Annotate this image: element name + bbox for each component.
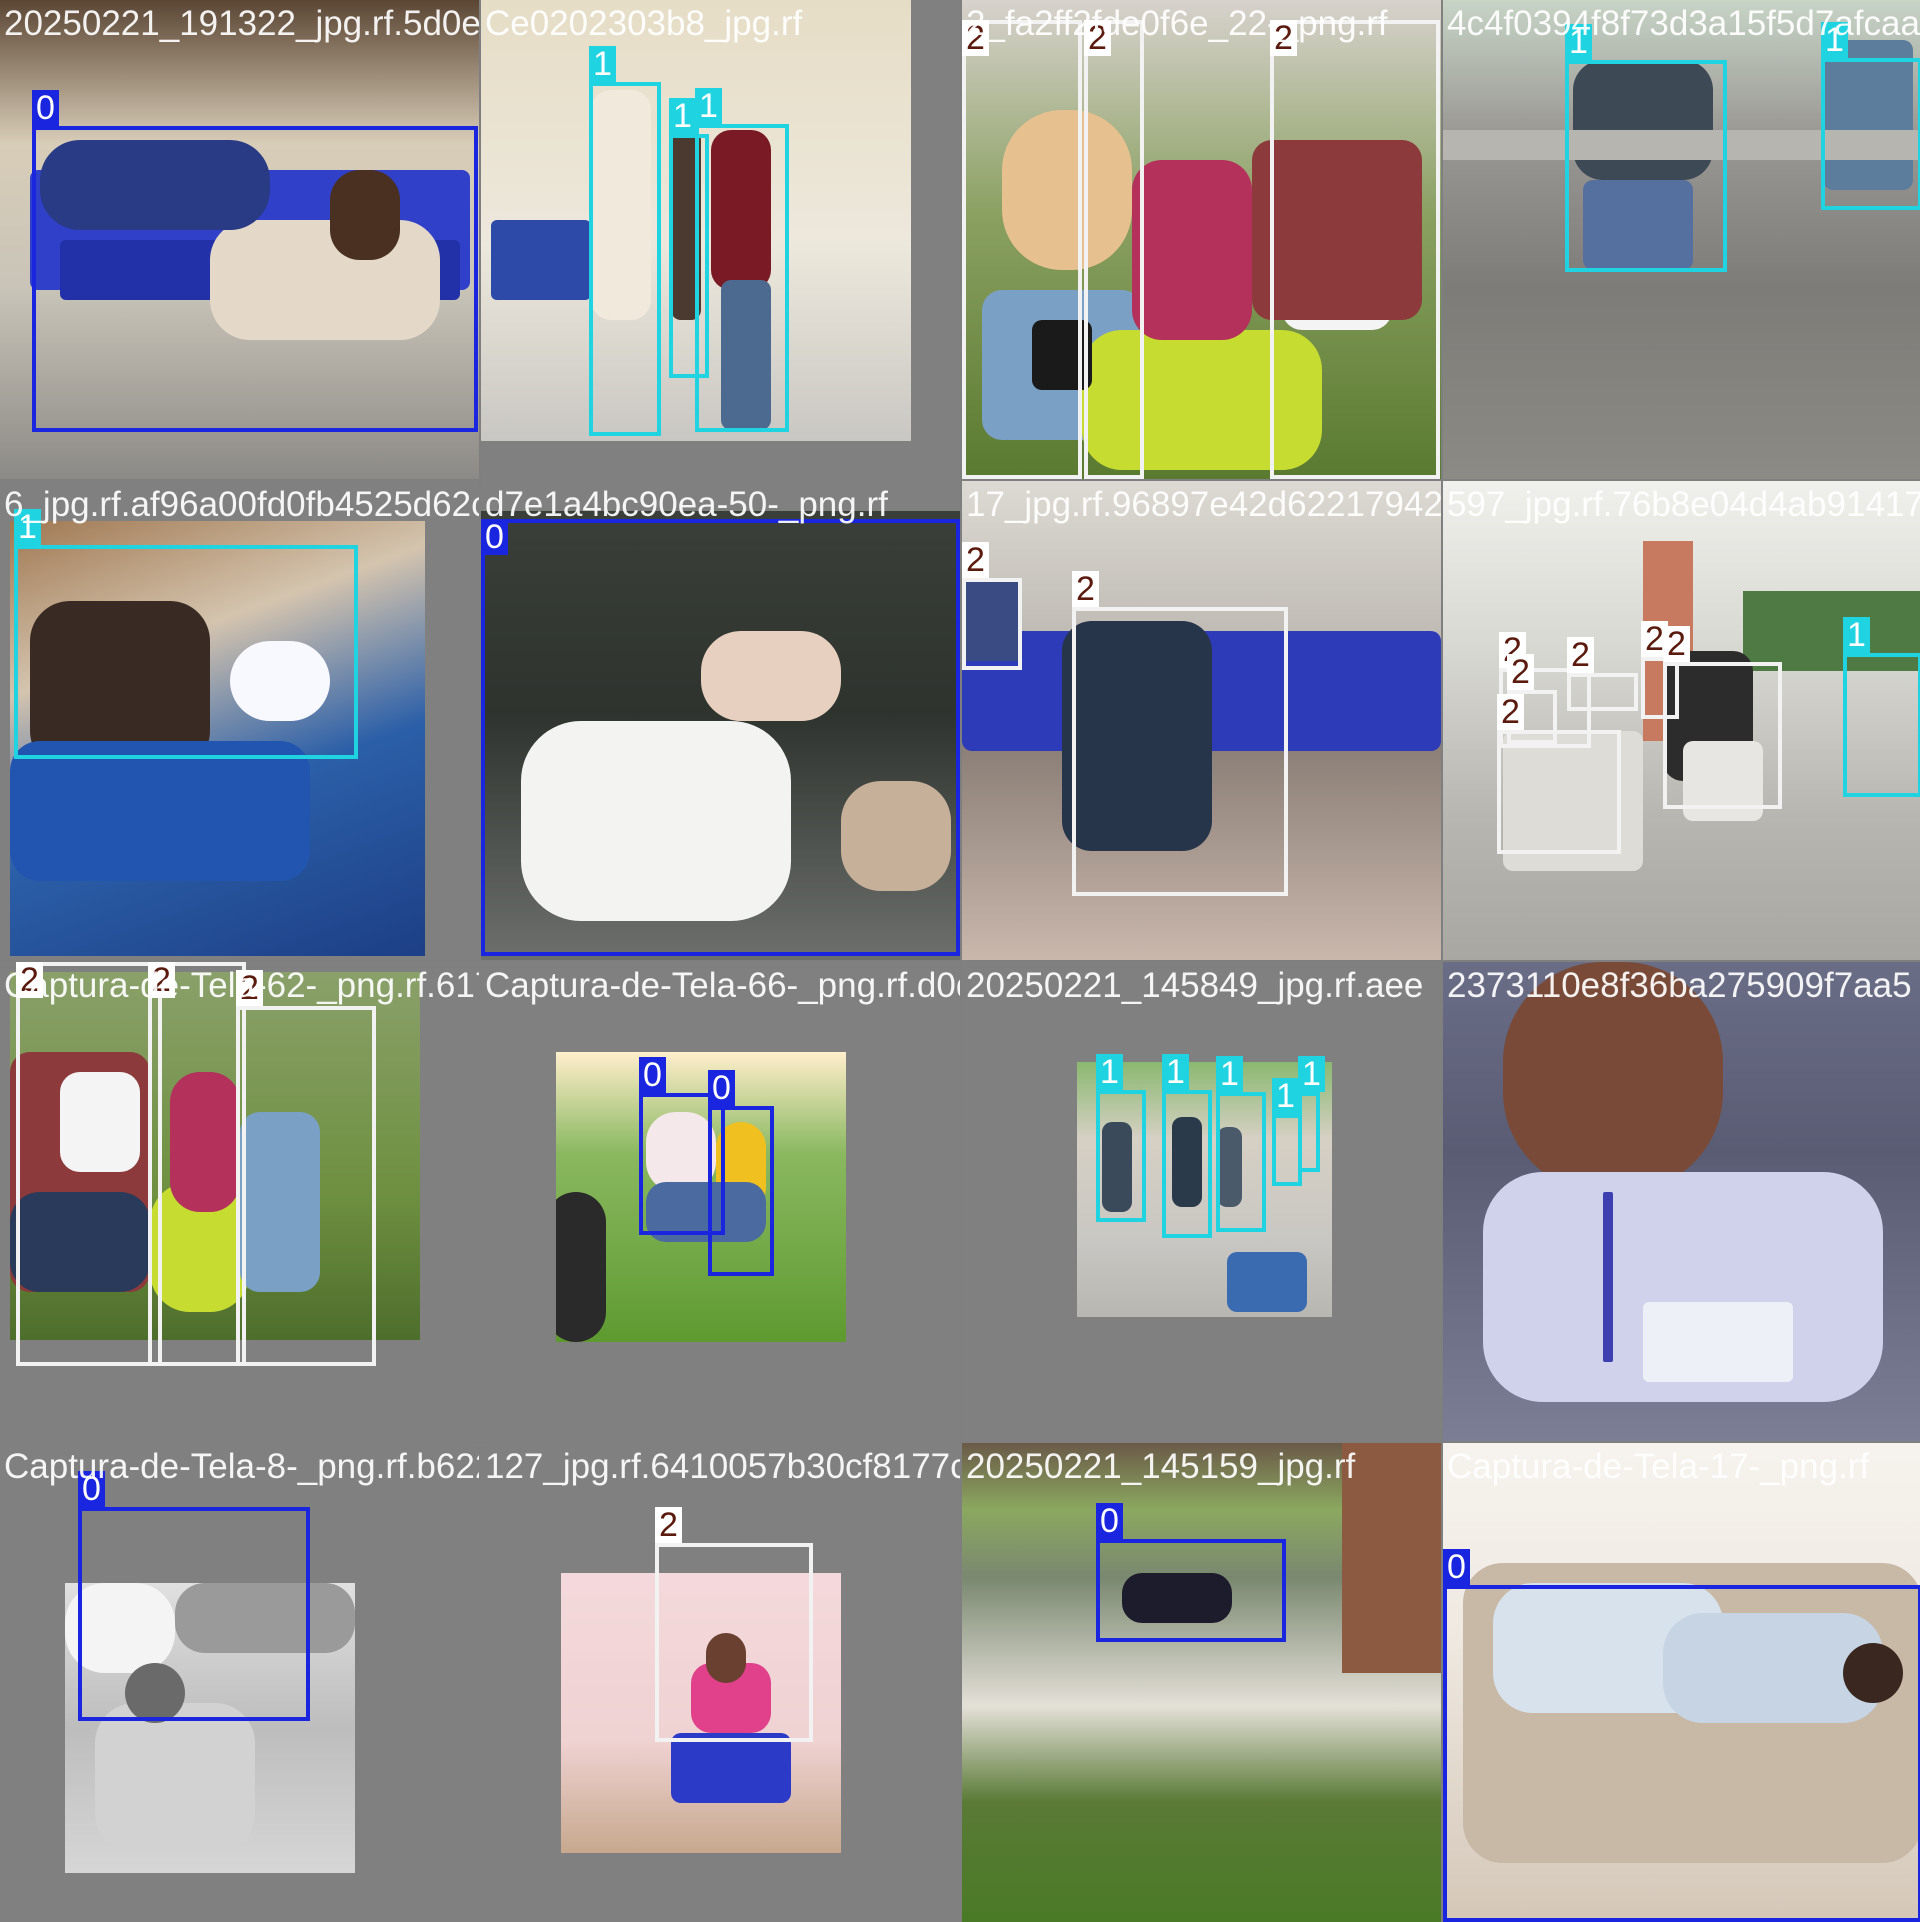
bounding-box: 1 <box>1821 22 1920 210</box>
mosaic-tile: 2 2 2 2_fa2ff2fde0f6e_22-_png.rf <box>962 0 1441 479</box>
mosaic-tile: 2217_jpg.rf.96897e42d6221794267f597_jpg.… <box>962 481 1441 960</box>
class-label: 2 <box>655 1507 682 1543</box>
class-label: 1 <box>1565 24 1592 60</box>
bounding-box: 2 <box>1072 571 1288 896</box>
bounding-box: 1 <box>14 509 358 759</box>
class-label: 2 <box>962 542 989 578</box>
photo-region <box>1342 1443 1441 1673</box>
bounding-box: 0 <box>78 1471 310 1721</box>
bounding-box: 2 <box>1567 637 1638 711</box>
bounding-box: 2 <box>236 970 376 1366</box>
photo-region <box>671 1733 791 1803</box>
bounding-box: 2 <box>1497 694 1621 854</box>
class-label: 1 <box>589 46 616 82</box>
bounding-box: 1 <box>695 88 789 432</box>
class-label: 1 <box>1272 1078 1299 1114</box>
bounding-box: 1 <box>1216 1056 1266 1232</box>
class-label: 0 <box>481 519 508 555</box>
bounding-box: 0 <box>481 519 960 956</box>
mosaic-tile: 0 Captura-de-Tela-8-_png.rf.b622 <box>0 1443 479 1922</box>
class-label: 0 <box>1096 1503 1123 1539</box>
photo-region <box>1503 962 1723 1192</box>
class-label: 1 <box>14 509 41 545</box>
bounding-box: 2 <box>962 20 1082 479</box>
bounding-box: 0 <box>1096 1503 1286 1642</box>
photo-region <box>10 741 310 881</box>
mosaic-tile: 0 20250221_145159_jpg.rf <box>962 1443 1441 1922</box>
class-label: 1 <box>1162 1054 1189 1090</box>
class-label: 1 <box>1843 617 1870 653</box>
mosaic-tile: 16_jpg.rf.af96a00fd0fb4525d62c881fd52a7e… <box>0 481 479 960</box>
class-label: 2 <box>1567 637 1594 673</box>
photo-region <box>491 220 591 300</box>
bounding-box: 1 <box>1162 1054 1212 1238</box>
tile-filename: Captura-de-Tela-66-_png.rf.d0d5b2601fe75… <box>485 966 960 1005</box>
class-label: 2 <box>236 970 263 1006</box>
class-label: 2 <box>1663 626 1690 662</box>
photo-region <box>1643 1302 1793 1382</box>
bounding-box: 1 <box>1096 1054 1146 1222</box>
photo-region <box>1603 1192 1613 1362</box>
class-label: 0 <box>32 90 59 126</box>
class-label: 2 <box>148 962 175 998</box>
class-label: 2 <box>1270 20 1297 56</box>
mosaic-tile: 1 1 4c4f0394f8f73d3a15f5d7afcaaf0 <box>1443 0 1920 479</box>
class-label: 1 <box>1096 1054 1123 1090</box>
tile-filename: Captura-de-Tela-8-_png.rf.b622 <box>4 1447 479 1486</box>
class-label: 0 <box>639 1057 666 1093</box>
bounding-box: 2 <box>1663 626 1782 809</box>
photo-region <box>556 1192 606 1342</box>
class-label: 0 <box>708 1070 735 1106</box>
mosaic-tile: 2222221597_jpg.rf.76b8e04d4ab91417848 <box>1443 481 1920 960</box>
class-label: 0 <box>1443 1549 1470 1585</box>
class-label: 2 <box>1507 654 1534 690</box>
class-label: 1 <box>1216 1056 1243 1092</box>
tile-photo <box>962 1443 1441 1922</box>
tile-filename: 127_jpg.rf.6410057b30cf8177c <box>485 1447 960 1486</box>
tile-filename: 6_jpg.rf.af96a00fd0fb4525d62c881fd52a7ea… <box>4 485 479 524</box>
mosaic-tile: 2373110e8f36ba275909f7aa5 <box>1443 962 1920 1441</box>
class-label: 2 <box>16 962 43 998</box>
mosaic-tile: 1 1 1 1 1 20250221_145849_jpg.rf.aee <box>962 962 1441 1441</box>
class-label: 1 <box>669 98 696 134</box>
bounding-box: 0 <box>1443 1549 1920 1922</box>
class-label: 2 <box>962 20 989 56</box>
mosaic-tile: 0 Captura-de-Tela-17-_png.rf <box>1443 1443 1920 1922</box>
bounding-box: 1 <box>1298 1056 1325 1172</box>
bounding-box: 1 <box>589 46 661 436</box>
mosaic-tile: 0 0 Captura-de-Tela-66-_png.rf.d0d5b2601fe… <box>481 962 960 1441</box>
class-label: 2 <box>1497 694 1524 730</box>
bounding-box: 2 <box>962 542 1022 670</box>
tile-photo <box>1443 962 1920 1441</box>
mosaic-tile: 020250221_191322_jpg.rf.5d0e7028e3038e1f… <box>0 0 479 479</box>
class-label: 0 <box>78 1471 105 1507</box>
class-label: 1 <box>1298 1056 1325 1092</box>
bounding-box: 2 <box>148 962 246 1366</box>
mosaic-tile: 1 1 1 Ce0202303b8_jpg.rf <box>481 0 960 479</box>
bounding-box: 2 <box>1084 20 1144 479</box>
class-label: 1 <box>1821 22 1848 58</box>
photo-region <box>95 1703 255 1853</box>
mosaic-grid: 020250221_191322_jpg.rf.5d0e7028e3038e1f… <box>0 0 1920 1922</box>
tile-filename: 20250221_145849_jpg.rf.aee <box>966 966 1424 1005</box>
class-label: 1 <box>695 88 722 124</box>
bounding-box: 0 <box>32 90 478 432</box>
bounding-box: 0 <box>708 1070 774 1276</box>
bounding-box: 1 <box>1565 24 1727 272</box>
mosaic-tile: 222Captura-de-Tela-62-_png.rf.6179a4e4d4… <box>0 962 479 1441</box>
bounding-box: 2 <box>16 962 162 1366</box>
mosaic-tile: 2 127_jpg.rf.6410057b30cf8177c <box>481 1443 960 1922</box>
bounding-box: 2 <box>655 1507 813 1742</box>
photo-region <box>1132 160 1252 340</box>
bounding-box: 2 <box>1270 20 1440 479</box>
photo-region <box>1227 1252 1307 1312</box>
bounding-box: 1 <box>1843 617 1920 797</box>
class-label: 2 <box>1084 20 1111 56</box>
mosaic-tile: 0 d7e1a4bc90ea-50-_png.rf <box>481 481 960 960</box>
class-label: 2 <box>1072 571 1099 607</box>
